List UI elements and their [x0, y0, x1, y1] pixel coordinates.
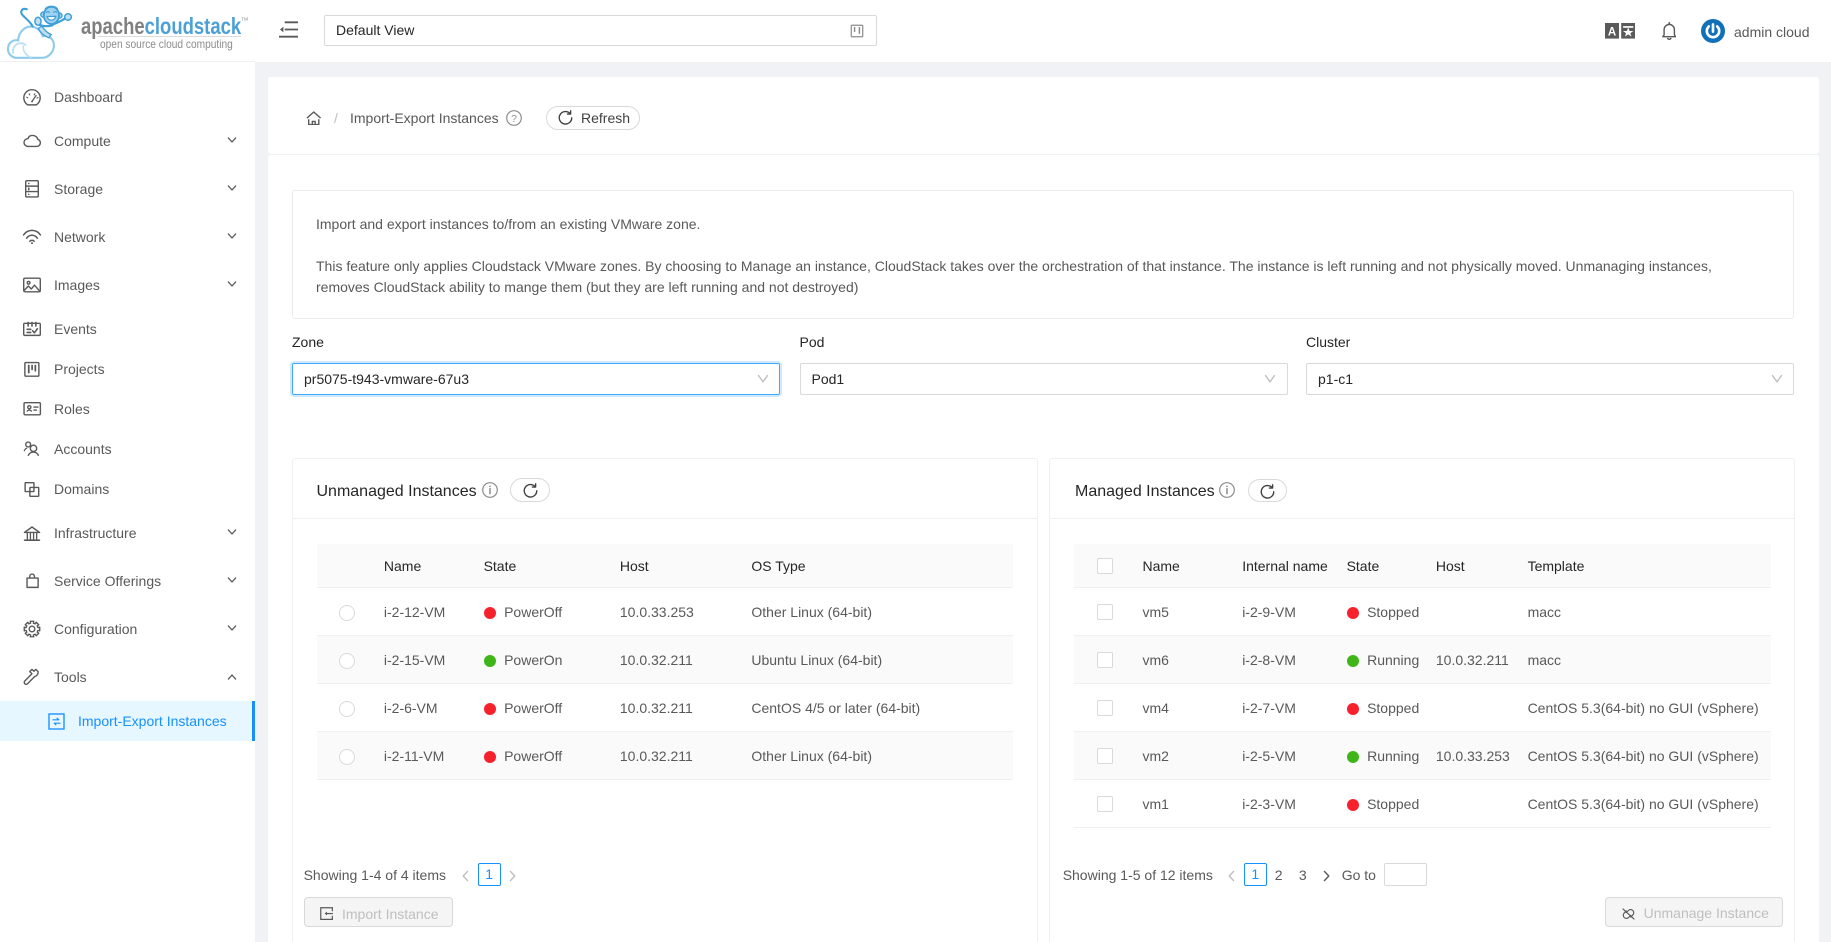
svg-text:A: A: [1608, 26, 1616, 38]
svg-text:?: ?: [511, 112, 517, 124]
